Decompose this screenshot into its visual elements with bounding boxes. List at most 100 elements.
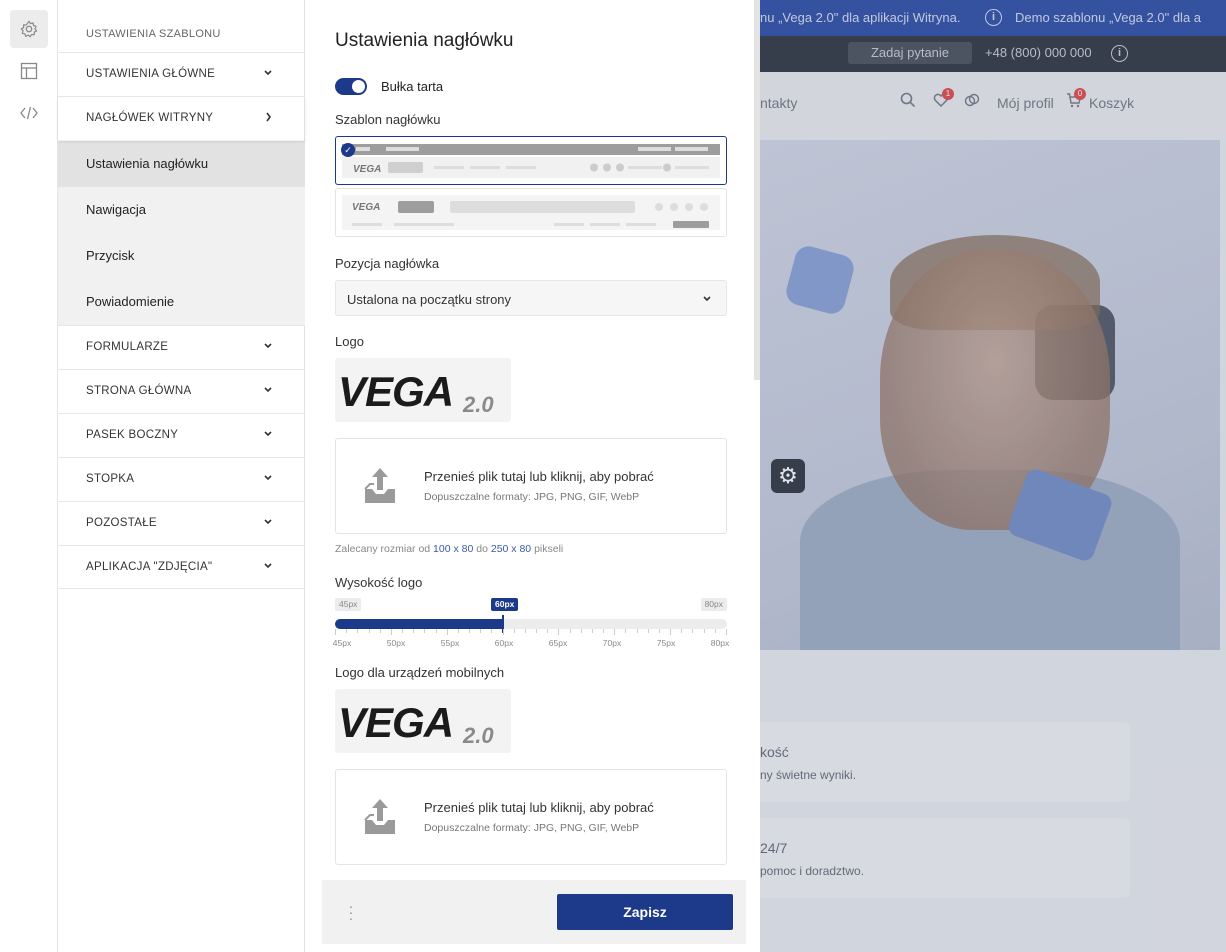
hint-text: Zalecany rozmiar od [335,543,434,555]
sidebar-section-label: STOPKA [86,473,135,485]
header-template-option-2[interactable]: VEGA [335,188,727,237]
breadcrumbs-toggle-label: Bułka tarta [381,79,444,94]
mobile-logo-label: Logo dla urządzeń mobilnych [335,665,505,680]
chevron-right-icon [266,112,271,122]
template-preview: VEGA [342,195,720,230]
slider-tick [692,629,694,633]
logo-label: Logo [335,334,364,349]
logo-suffix: 2.0 [462,392,494,416]
logo-preview: VEGA 2.0 [335,358,511,422]
slider-tick [424,629,426,633]
tick-label: 60px [494,638,514,648]
slider-tick [457,629,459,633]
tick-label: 45px [332,638,352,648]
panel-footer: · · · Zapisz [322,880,746,944]
sidebar-section-footer[interactable]: STOPKA [58,457,305,501]
slider-tick [558,629,560,635]
save-button[interactable]: Zapisz [557,894,733,930]
chevron-down-icon [264,387,272,393]
upload-icon [364,468,395,503]
sidebar-section-label: POZOSTAŁE [86,517,157,529]
slider-track[interactable] [335,615,727,633]
slider-tick [357,629,359,633]
sidebar-item-navigation[interactable]: Nawigacja [58,187,305,233]
slider-tick [614,629,616,635]
slider-tick [390,629,392,635]
tick-label: 75px [656,638,676,648]
slider-tick [726,629,727,635]
settings-sidebar: USTAWIENIA SZABLONU USTAWIENIA GŁÓWNE NA… [58,0,305,952]
sidebar-item-header-settings[interactable]: Ustawienia nagłówku [58,141,305,187]
sidebar-item-notification[interactable]: Powiadomienie [58,279,305,325]
sidebar-section-photos-app[interactable]: APLIKACJA "ZDJĘCIA" [58,545,305,589]
slider-tick [591,629,593,633]
logo-suffix: 2.0 [462,723,494,747]
tick-label: 50px [386,638,406,648]
slider-tick [402,629,404,633]
chevron-down-icon [264,70,272,76]
logo-upload-dropzone[interactable]: Przenieś plik tutaj lub kliknij, aby pob… [335,438,727,534]
chevron-down-icon [264,519,272,525]
slider-tick [703,629,705,633]
sidebar-section-site-header[interactable]: NAGŁÓWEK WITRYNY [58,96,305,140]
sidebar-section-other[interactable]: POZOSTAŁE [58,501,305,545]
slider-tick [603,629,605,633]
slider-tick [346,629,348,633]
slider-tick [491,629,493,633]
hint-max-size: 250 x 80 [490,543,532,555]
chevron-down-icon [703,296,711,302]
upload-formats: Dopuszczalne formaty: JPG, PNG, GIF, Web… [424,491,640,503]
sidebar-section-home-page[interactable]: STRONA GŁÓWNA [58,369,305,413]
slider-tick [413,629,415,633]
logo-height-slider[interactable]: 45px 80px 60px 45px 50px 55px 60px 65px … [332,598,729,650]
scrollbar[interactable] [754,0,760,380]
layout-icon[interactable] [10,52,48,90]
slider-tick [335,629,336,635]
sidebar-section-label: STRONA GŁÓWNA [86,385,192,397]
template-logo-text: VEGA [353,164,381,175]
sidebar-heading: USTAWIENIA SZABLONU [86,28,221,40]
sidebar-section-sidebar[interactable]: PASEK BOCZNY [58,413,305,457]
slider-tick [469,629,471,633]
slider-tick [625,629,627,633]
page-title: Ustawienia nagłówku [335,30,514,51]
gear-icon[interactable] [10,10,48,48]
logo-size-hint: Zalecany rozmiar od 100 x 80 do 250 x 80… [335,543,563,555]
sidebar-item-button[interactable]: Przycisk [58,233,305,279]
sidebar-section-label: APLIKACJA "ZDJĘCIA" [86,561,213,573]
sidebar-section-forms[interactable]: FORMULARZE [58,325,305,369]
header-position-label: Pozycja nagłówka [335,256,440,271]
vega-logo: VEGA 2.0 [338,368,494,416]
slider-tick [435,629,437,633]
logo-text: VEGA [338,699,453,746]
upload-formats: Dopuszczalne formaty: JPG, PNG, GIF, Web… [424,822,640,834]
sidebar-item-label: Nawigacja [86,202,146,217]
upload-message: Przenieś plik tutaj lub kliknij, aby pob… [424,469,654,484]
slider-tick [547,629,549,633]
breadcrumbs-toggle[interactable] [335,78,367,95]
settings-panel: Ustawienia nagłówku Bułka tarta Szablon … [306,0,760,952]
template-preview: VEGA [342,144,720,178]
slider-tick [670,629,672,635]
tick-label: 70px [602,638,622,648]
sidebar-item-label: Powiadomienie [86,294,175,309]
slider-tick [536,629,538,633]
header-position-select[interactable]: Ustalona na początku strony [335,280,727,316]
slider-tick [513,629,515,633]
tick-label: 55px [440,638,460,648]
mobile-logo-upload-dropzone[interactable]: Przenieś plik tutaj lub kliknij, aby pob… [335,769,727,865]
sidebar-section-main-settings[interactable]: USTAWIENIA GŁÓWNE [58,52,305,96]
slider-tick [480,629,482,633]
sidebar-section-label: USTAWIENIA GŁÓWNE [86,68,216,80]
chevron-down-icon [264,563,272,569]
code-icon[interactable] [10,94,48,132]
slider-tick [569,629,571,633]
slider-tick [658,629,660,633]
header-template-option-1[interactable]: VEGA ✓ [335,136,727,185]
hint-min-size: 100 x 80 [433,543,474,555]
slider-fill [335,619,503,629]
more-options-icon[interactable]: · · · [346,899,356,925]
tick-label: 65px [548,638,568,648]
selected-check-icon: ✓ [341,143,355,157]
sidebar-section-label: FORMULARZE [86,341,169,353]
